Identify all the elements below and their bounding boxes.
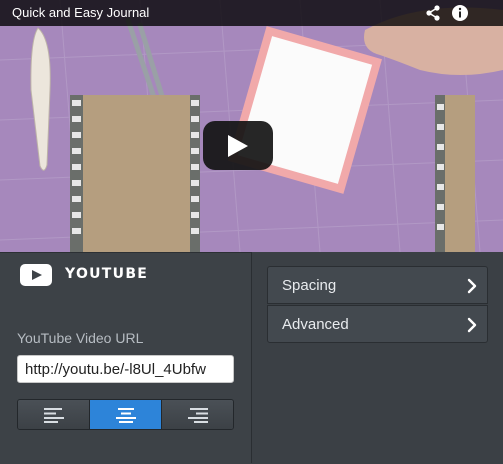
play-button[interactable] <box>203 121 273 170</box>
menu-item-advanced[interactable]: Advanced <box>267 305 488 343</box>
chevron-right-icon <box>467 278 477 294</box>
video-player[interactable]: Quick and Easy Journal <box>0 0 503 252</box>
alignment-group <box>17 399 234 430</box>
info-icon[interactable] <box>451 4 469 22</box>
url-label: YouTube Video URL <box>17 330 144 346</box>
options-panel: Spacing Advanced <box>252 252 503 463</box>
url-input[interactable] <box>17 355 234 383</box>
align-left-button[interactable] <box>18 400 90 429</box>
video-title-bar: Quick and Easy Journal <box>0 0 503 26</box>
align-center-icon <box>115 407 136 423</box>
youtube-settings-panel: YOUTUBE YouTube Video URL <box>0 252 251 464</box>
align-center-button[interactable] <box>90 400 162 429</box>
play-icon <box>228 135 248 157</box>
align-right-icon <box>187 407 208 423</box>
align-left-icon <box>43 407 64 423</box>
youtube-icon <box>20 264 52 286</box>
widget-title: YOUTUBE <box>65 266 149 282</box>
align-right-button[interactable] <box>162 400 233 429</box>
chevron-right-icon <box>467 317 477 333</box>
menu-item-spacing[interactable]: Spacing <box>267 266 488 304</box>
menu-item-label: Spacing <box>282 277 337 294</box>
share-icon[interactable] <box>424 4 442 22</box>
video-title[interactable]: Quick and Easy Journal <box>12 5 149 20</box>
menu-item-label: Advanced <box>282 316 349 333</box>
